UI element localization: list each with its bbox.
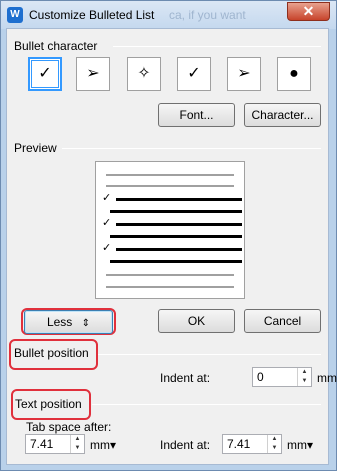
cancel-button[interactable]: Cancel: [244, 309, 321, 333]
bullet-option-check[interactable]: ✓: [28, 57, 62, 91]
dialog-title: Customize Bulleted List: [29, 8, 155, 22]
spin-arrows-icon[interactable]: ▲ ▼: [297, 368, 311, 386]
preview-bullet: ✓: [102, 192, 112, 204]
collapse-icon: ⇕: [81, 318, 91, 329]
preview-line: [106, 274, 234, 276]
bullet-option-arrow-2[interactable]: ➢: [227, 57, 261, 91]
preview-line: [106, 174, 234, 176]
text-indent-spinner[interactable]: 7.41 ▲ ▼: [222, 434, 282, 454]
preview-line: [116, 223, 242, 226]
preview-line: [106, 286, 234, 288]
group-divider: [92, 404, 321, 405]
bullet-indent-unit[interactable]: mm▾: [317, 371, 337, 385]
text-indent-value: 7.41: [227, 437, 251, 451]
text-indent-unit[interactable]: mm▾: [287, 438, 313, 452]
spin-arrows-icon[interactable]: ▲ ▼: [267, 435, 281, 453]
preview-line: [106, 185, 234, 187]
spin-arrows-icon[interactable]: ▲ ▼: [70, 435, 84, 453]
bullet-character-label: Bullet character: [14, 39, 102, 53]
bullet-option-dot[interactable]: ●: [277, 57, 311, 91]
close-button[interactable]: ✕: [287, 2, 330, 21]
group-divider: [96, 354, 321, 355]
tab-space-unit[interactable]: mm▾: [90, 438, 116, 452]
preview-line: [116, 248, 242, 251]
bullet-position-label: Bullet position: [14, 346, 93, 360]
group-divider: [62, 148, 321, 149]
bullet-option-check-2[interactable]: ✓: [177, 57, 211, 91]
group-divider: [113, 46, 321, 47]
bullet-indent-spinner[interactable]: 0 ▲ ▼: [252, 367, 312, 387]
ok-button[interactable]: OK: [158, 309, 235, 333]
less-button[interactable]: Less ⇕: [24, 310, 113, 334]
preview-line: [116, 198, 242, 201]
title-bar[interactable]: W Customize Bulleted List ca, if you wan…: [1, 1, 336, 29]
close-icon: ✕: [302, 3, 315, 19]
bullet-option-arrow[interactable]: ➢: [76, 57, 110, 91]
bullet-option-star[interactable]: ✧: [127, 57, 161, 91]
preview-label: Preview: [14, 141, 61, 155]
preview-line: [110, 235, 242, 238]
tab-space-spinner[interactable]: 7.41 ▲ ▼: [25, 434, 85, 454]
preview-line: [110, 210, 242, 213]
character-button[interactable]: Character...: [244, 103, 321, 127]
bullet-indent-label: Indent at:: [160, 371, 211, 385]
preview-box: ✓ ✓ ✓: [95, 161, 245, 299]
tab-space-label: Tab space after:: [26, 420, 112, 434]
background-text: ca, if you want: [169, 8, 246, 22]
preview-bullet: ✓: [102, 242, 112, 254]
wps-app-icon: W: [7, 7, 23, 23]
preview-line: [110, 260, 242, 263]
bullet-indent-value: 0: [257, 370, 264, 384]
preview-bullet: ✓: [102, 217, 112, 229]
text-position-label: Text position: [15, 397, 86, 411]
text-indent-label: Indent at:: [160, 438, 211, 452]
font-button[interactable]: Font...: [158, 103, 235, 127]
tab-space-value: 7.41: [30, 437, 54, 451]
less-label: Less: [46, 315, 73, 329]
